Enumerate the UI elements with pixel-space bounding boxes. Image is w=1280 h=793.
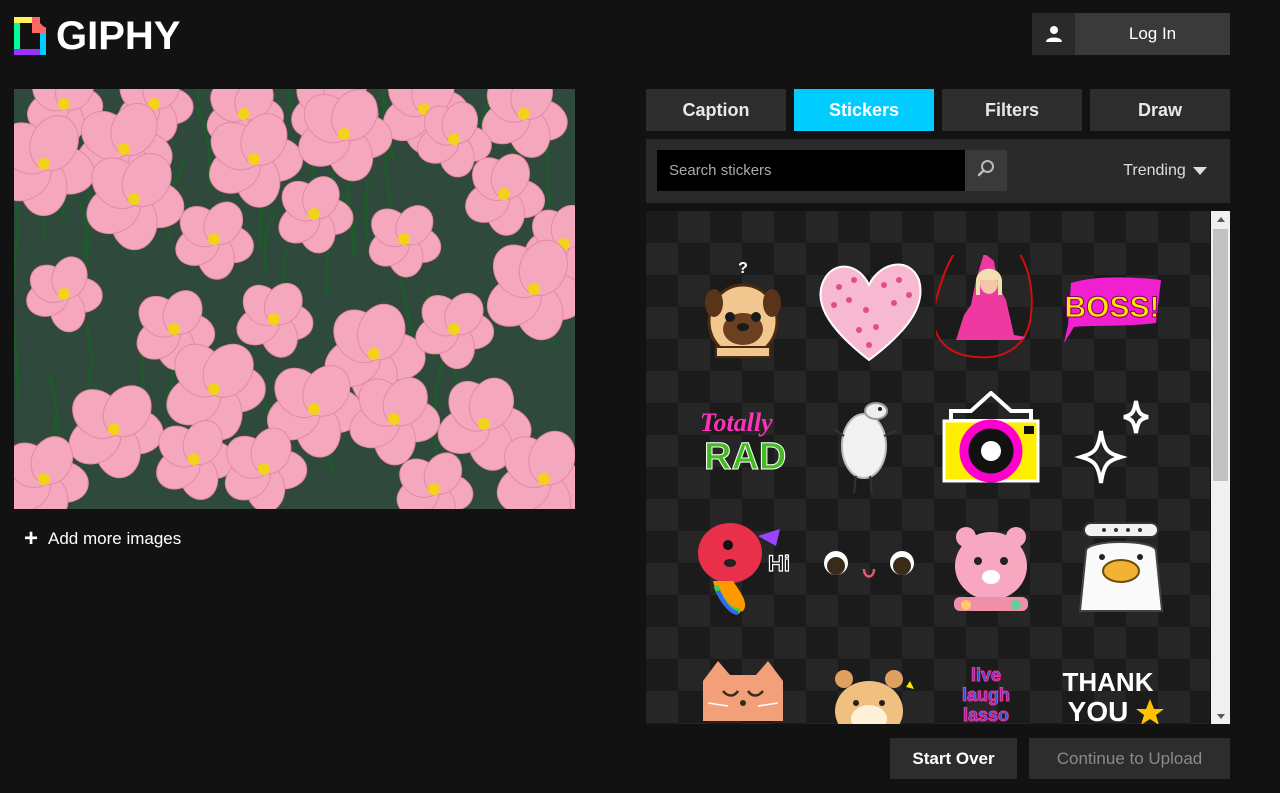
laugh-text: laugh [962, 685, 1010, 705]
you-text: YOU [1068, 696, 1129, 724]
sticker-thank-you[interactable]: THANK YOU [1056, 651, 1166, 724]
search-button[interactable] [965, 150, 1007, 191]
sticker-grid: ? BOSS! Totally RAD Hi live laugh lasso … [646, 211, 1210, 724]
sort-label: Trending [1123, 161, 1186, 179]
sticker-pink-queen[interactable] [932, 231, 1046, 365]
giphy-logo-icon [14, 17, 46, 55]
rad-text: RAD [704, 436, 786, 478]
sticker-camera[interactable] [936, 390, 1046, 501]
hi-text: Hi [768, 551, 790, 576]
scrollbar-thumb[interactable] [1213, 229, 1228, 481]
search-icon [977, 159, 995, 182]
svg-text:?: ? [738, 260, 748, 277]
logo-text: GIPHY [56, 14, 181, 58]
sticker-cat[interactable] [688, 651, 798, 724]
tab-stickers[interactable]: Stickers [794, 89, 934, 131]
boss-text: BOSS! [1064, 291, 1159, 324]
tab-caption[interactable]: Caption [646, 89, 786, 131]
tab-filters[interactable]: Filters [942, 89, 1082, 131]
star-icon [1136, 699, 1164, 724]
sticker-sparkles[interactable] [1066, 391, 1176, 501]
sticker-boss[interactable]: BOSS! [1056, 255, 1166, 365]
gif-preview-image [14, 89, 575, 509]
sticker-sheep[interactable] [814, 391, 924, 501]
sort-dropdown[interactable]: Trending [1110, 150, 1220, 191]
chevron-down-icon [1192, 166, 1207, 175]
continue-to-upload-button[interactable]: Continue to Upload [1029, 738, 1230, 779]
login-button[interactable]: Log In [1032, 13, 1230, 55]
giphy-logo[interactable]: GIPHY [14, 16, 180, 56]
sticker-pug[interactable]: ? [688, 255, 798, 365]
scroll-up-button[interactable] [1211, 211, 1230, 227]
sticker-cute-eyes[interactable] [814, 511, 924, 621]
add-more-images-label: Add more images [48, 529, 182, 548]
start-over-button[interactable]: Start Over [890, 738, 1017, 779]
lasso-text: lasso [963, 705, 1009, 724]
arrow-down-icon [1216, 713, 1225, 719]
sticker-hamster[interactable] [814, 651, 924, 724]
plus-icon: + [24, 525, 39, 552]
sticker-hi-fish[interactable]: Hi [688, 511, 798, 621]
scroll-down-button[interactable] [1211, 708, 1230, 724]
sticker-live-laugh-lasso[interactable]: live laugh lasso [936, 651, 1046, 725]
login-label: Log In [1128, 24, 1177, 43]
sticker-pink-heart[interactable] [814, 255, 924, 365]
sticker-duck[interactable] [1066, 511, 1176, 621]
arrow-up-icon [1216, 216, 1225, 222]
sticker-totally-rad[interactable]: Totally RAD [688, 391, 798, 501]
thank-text: THANK [1063, 667, 1154, 697]
search-stickers-input[interactable] [657, 150, 965, 191]
sticker-pink-bear[interactable] [936, 511, 1046, 621]
totally-text: Totally [700, 408, 773, 437]
live-text: live [971, 665, 1001, 685]
user-icon [1032, 13, 1075, 55]
tab-draw[interactable]: Draw [1090, 89, 1230, 131]
add-more-images-button[interactable]: + Add more images [24, 526, 181, 552]
